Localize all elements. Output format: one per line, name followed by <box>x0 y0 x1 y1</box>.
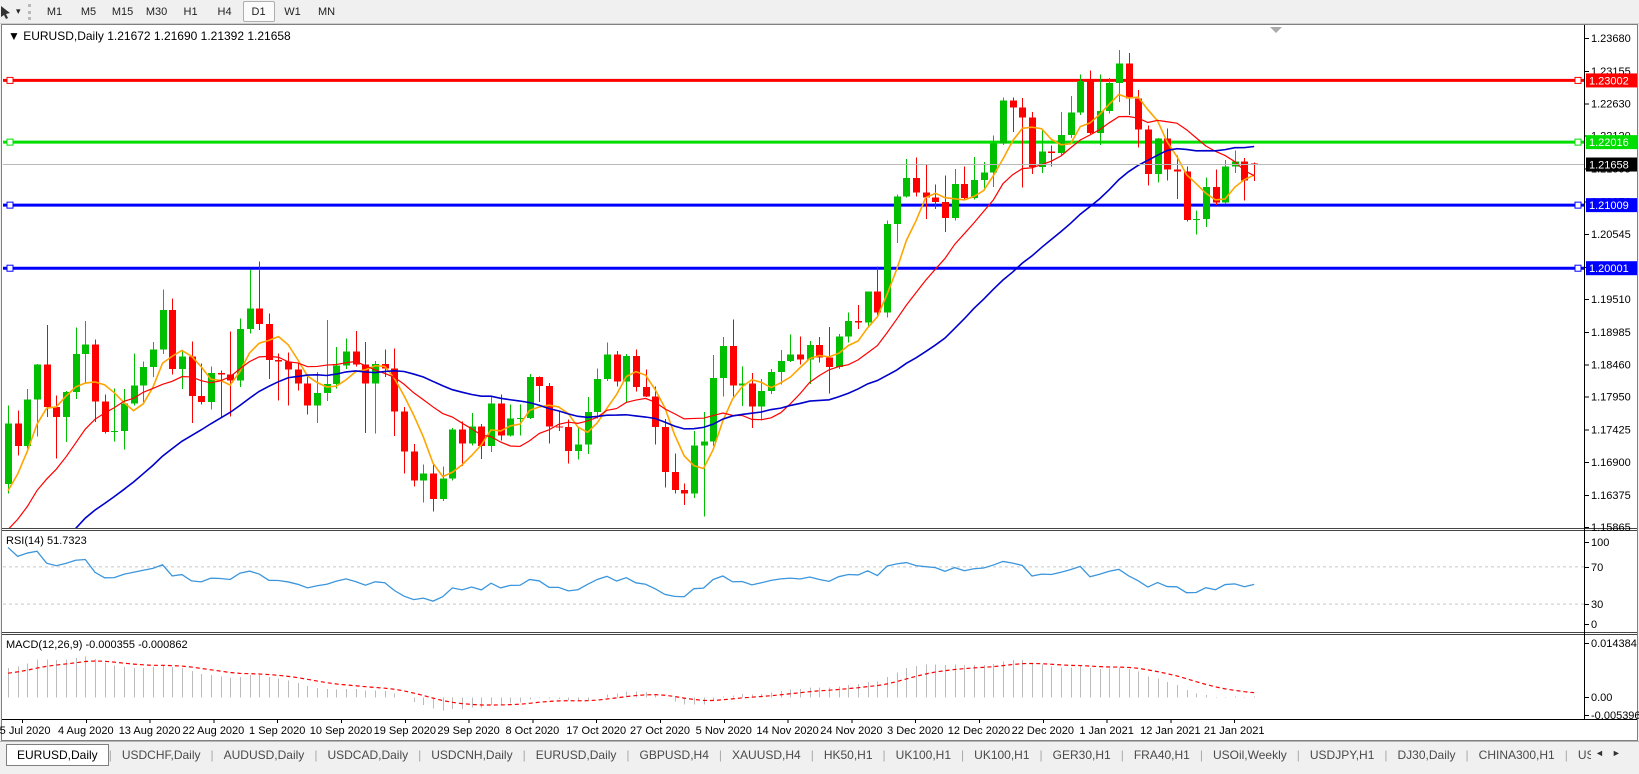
date-label: 29 Sep 2020 <box>437 725 499 737</box>
price-tag-label: 1.21658 <box>1589 160 1629 172</box>
chart-tab-13-usoil-weekly[interactable]: USOil,Weekly <box>1203 745 1297 765</box>
chart-tab-16-china300-h1[interactable]: CHINA300,H1 <box>1469 745 1565 765</box>
hline-anchor[interactable] <box>7 265 13 271</box>
price-tag-label: 1.21009 <box>1589 200 1629 212</box>
date-label: 13 Aug 2020 <box>119 725 181 737</box>
chart-tab-15-dj30-daily[interactable]: DJ30,Daily <box>1388 745 1466 765</box>
date-label: 10 Sep 2020 <box>310 725 372 737</box>
tab-scroll-left-icon[interactable]: ◄ <box>1591 742 1608 758</box>
date-label: 12 Dec 2020 <box>948 725 1010 737</box>
chart-tab-9-uk100-h1[interactable]: UK100,H1 <box>886 745 961 765</box>
chart-window <box>2 25 1638 741</box>
date-label: 8 Oct 2020 <box>505 725 559 737</box>
date-label: 22 Dec 2020 <box>1012 725 1074 737</box>
chart-canvas[interactable]: ▼ EURUSD,Daily 1.21672 1.21690 1.21392 1… <box>0 0 1639 773</box>
hline-anchor[interactable] <box>1575 202 1581 208</box>
date-label: 5 Nov 2020 <box>696 725 752 737</box>
chart-tab-11-ger30-h1[interactable]: GER30,H1 <box>1043 745 1121 765</box>
tab-scroll-right-icon[interactable]: ► <box>1608 742 1625 758</box>
price-tick-label: 1.17950 <box>1591 392 1631 404</box>
hline-anchor[interactable] <box>1575 265 1581 271</box>
chart-tab-10-uk100-h1[interactable]: UK100,H1 <box>964 745 1039 765</box>
rsi-indicator-label: RSI(14) 51.7323 <box>6 535 87 547</box>
price-tick-label: 1.23680 <box>1591 33 1631 45</box>
date-label: 25 Jul 2020 <box>0 725 50 737</box>
chart-tab-4-usdcnh-daily[interactable]: USDCNH,Daily <box>421 745 522 765</box>
chart-tab-1-usdchf-daily[interactable]: USDCHF,Daily <box>112 745 211 765</box>
price-tick-label: 1.20545 <box>1591 229 1631 241</box>
date-label: 24 Nov 2020 <box>820 725 882 737</box>
chart-tab-8-hk50-h1[interactable]: HK50,H1 <box>814 745 883 765</box>
date-label: 27 Oct 2020 <box>630 725 690 737</box>
price-tag-label: 1.23002 <box>1589 75 1629 87</box>
rsi-axis-label: 70 <box>1591 562 1603 574</box>
chart-tab-5-eurusd-daily[interactable]: EURUSD,Daily <box>526 745 627 765</box>
date-label: 1 Jan 2021 <box>1079 725 1133 737</box>
date-label: 14 Nov 2020 <box>756 725 818 737</box>
hline-anchor[interactable] <box>7 77 13 83</box>
rsi-axis-label: 100 <box>1591 537 1609 549</box>
price-tick-label: 1.15865 <box>1591 522 1631 534</box>
hline-anchor[interactable] <box>1575 139 1581 145</box>
macd-indicator-label: MACD(12,26,9) -0.000355 -0.000862 <box>6 639 188 651</box>
price-tick-label: 1.19510 <box>1591 294 1631 306</box>
date-label: 3 Dec 2020 <box>887 725 943 737</box>
price-tag-label: 1.20001 <box>1589 263 1629 275</box>
hline-anchor[interactable] <box>7 139 13 145</box>
chart-tab-6-gbpusd-h4[interactable]: GBPUSD,H4 <box>630 745 719 765</box>
price-tick-label: 1.18985 <box>1591 327 1631 339</box>
chart-tab-14-usdjpy-h1[interactable]: USDJPY,H1 <box>1300 745 1384 765</box>
chart-title: ▼ EURUSD,Daily 1.21672 1.21690 1.21392 1… <box>8 29 291 43</box>
rsi-axis-label: 30 <box>1591 599 1603 611</box>
chart-tabs: EURUSD,Daily | USDCHF,Daily | AUDUSD,Dai… <box>0 743 1591 767</box>
macd-axis-label: -0.005396 <box>1591 710 1639 722</box>
chart-tab-12-fra40-h1[interactable]: FRA40,H1 <box>1124 745 1200 765</box>
rsi-axis-label: 0 <box>1591 619 1597 631</box>
chart-tab-17-usoil-[interactable]: USOil, <box>1568 745 1591 765</box>
date-label: 22 Aug 2020 <box>183 725 245 737</box>
date-label: 4 Aug 2020 <box>58 725 114 737</box>
date-label: 21 Jan 2021 <box>1204 725 1265 737</box>
chart-tab-0-eurusd-daily[interactable]: EURUSD,Daily <box>6 744 109 766</box>
chart-tab-7-xauusd-h4[interactable]: XAUUSD,H4 <box>722 745 811 765</box>
date-label: 12 Jan 2021 <box>1140 725 1201 737</box>
macd-axis-label: 0.00 <box>1591 692 1612 704</box>
price-tick-label: 1.16900 <box>1591 457 1631 469</box>
date-label: 17 Oct 2020 <box>566 725 626 737</box>
macd-axis-label: 0.014384 <box>1591 638 1637 650</box>
hline-anchor[interactable] <box>1575 77 1581 83</box>
chart-tab-bar: EURUSD,Daily | USDCHF,Daily | AUDUSD,Dai… <box>0 741 1639 774</box>
chart-tab-2-audusd-daily[interactable]: AUDUSD,Daily <box>214 745 315 765</box>
price-tick-label: 1.17425 <box>1591 424 1631 436</box>
price-tag-label: 1.22016 <box>1589 137 1629 149</box>
price-tick-label: 1.22630 <box>1591 99 1631 111</box>
hline-anchor[interactable] <box>7 202 13 208</box>
chart-tab-3-usdcad-daily[interactable]: USDCAD,Daily <box>317 745 418 765</box>
price-tick-label: 1.16375 <box>1591 490 1631 502</box>
price-tick-label: 1.18460 <box>1591 360 1631 372</box>
date-label: 19 Sep 2020 <box>374 725 436 737</box>
date-label: 1 Sep 2020 <box>249 725 305 737</box>
